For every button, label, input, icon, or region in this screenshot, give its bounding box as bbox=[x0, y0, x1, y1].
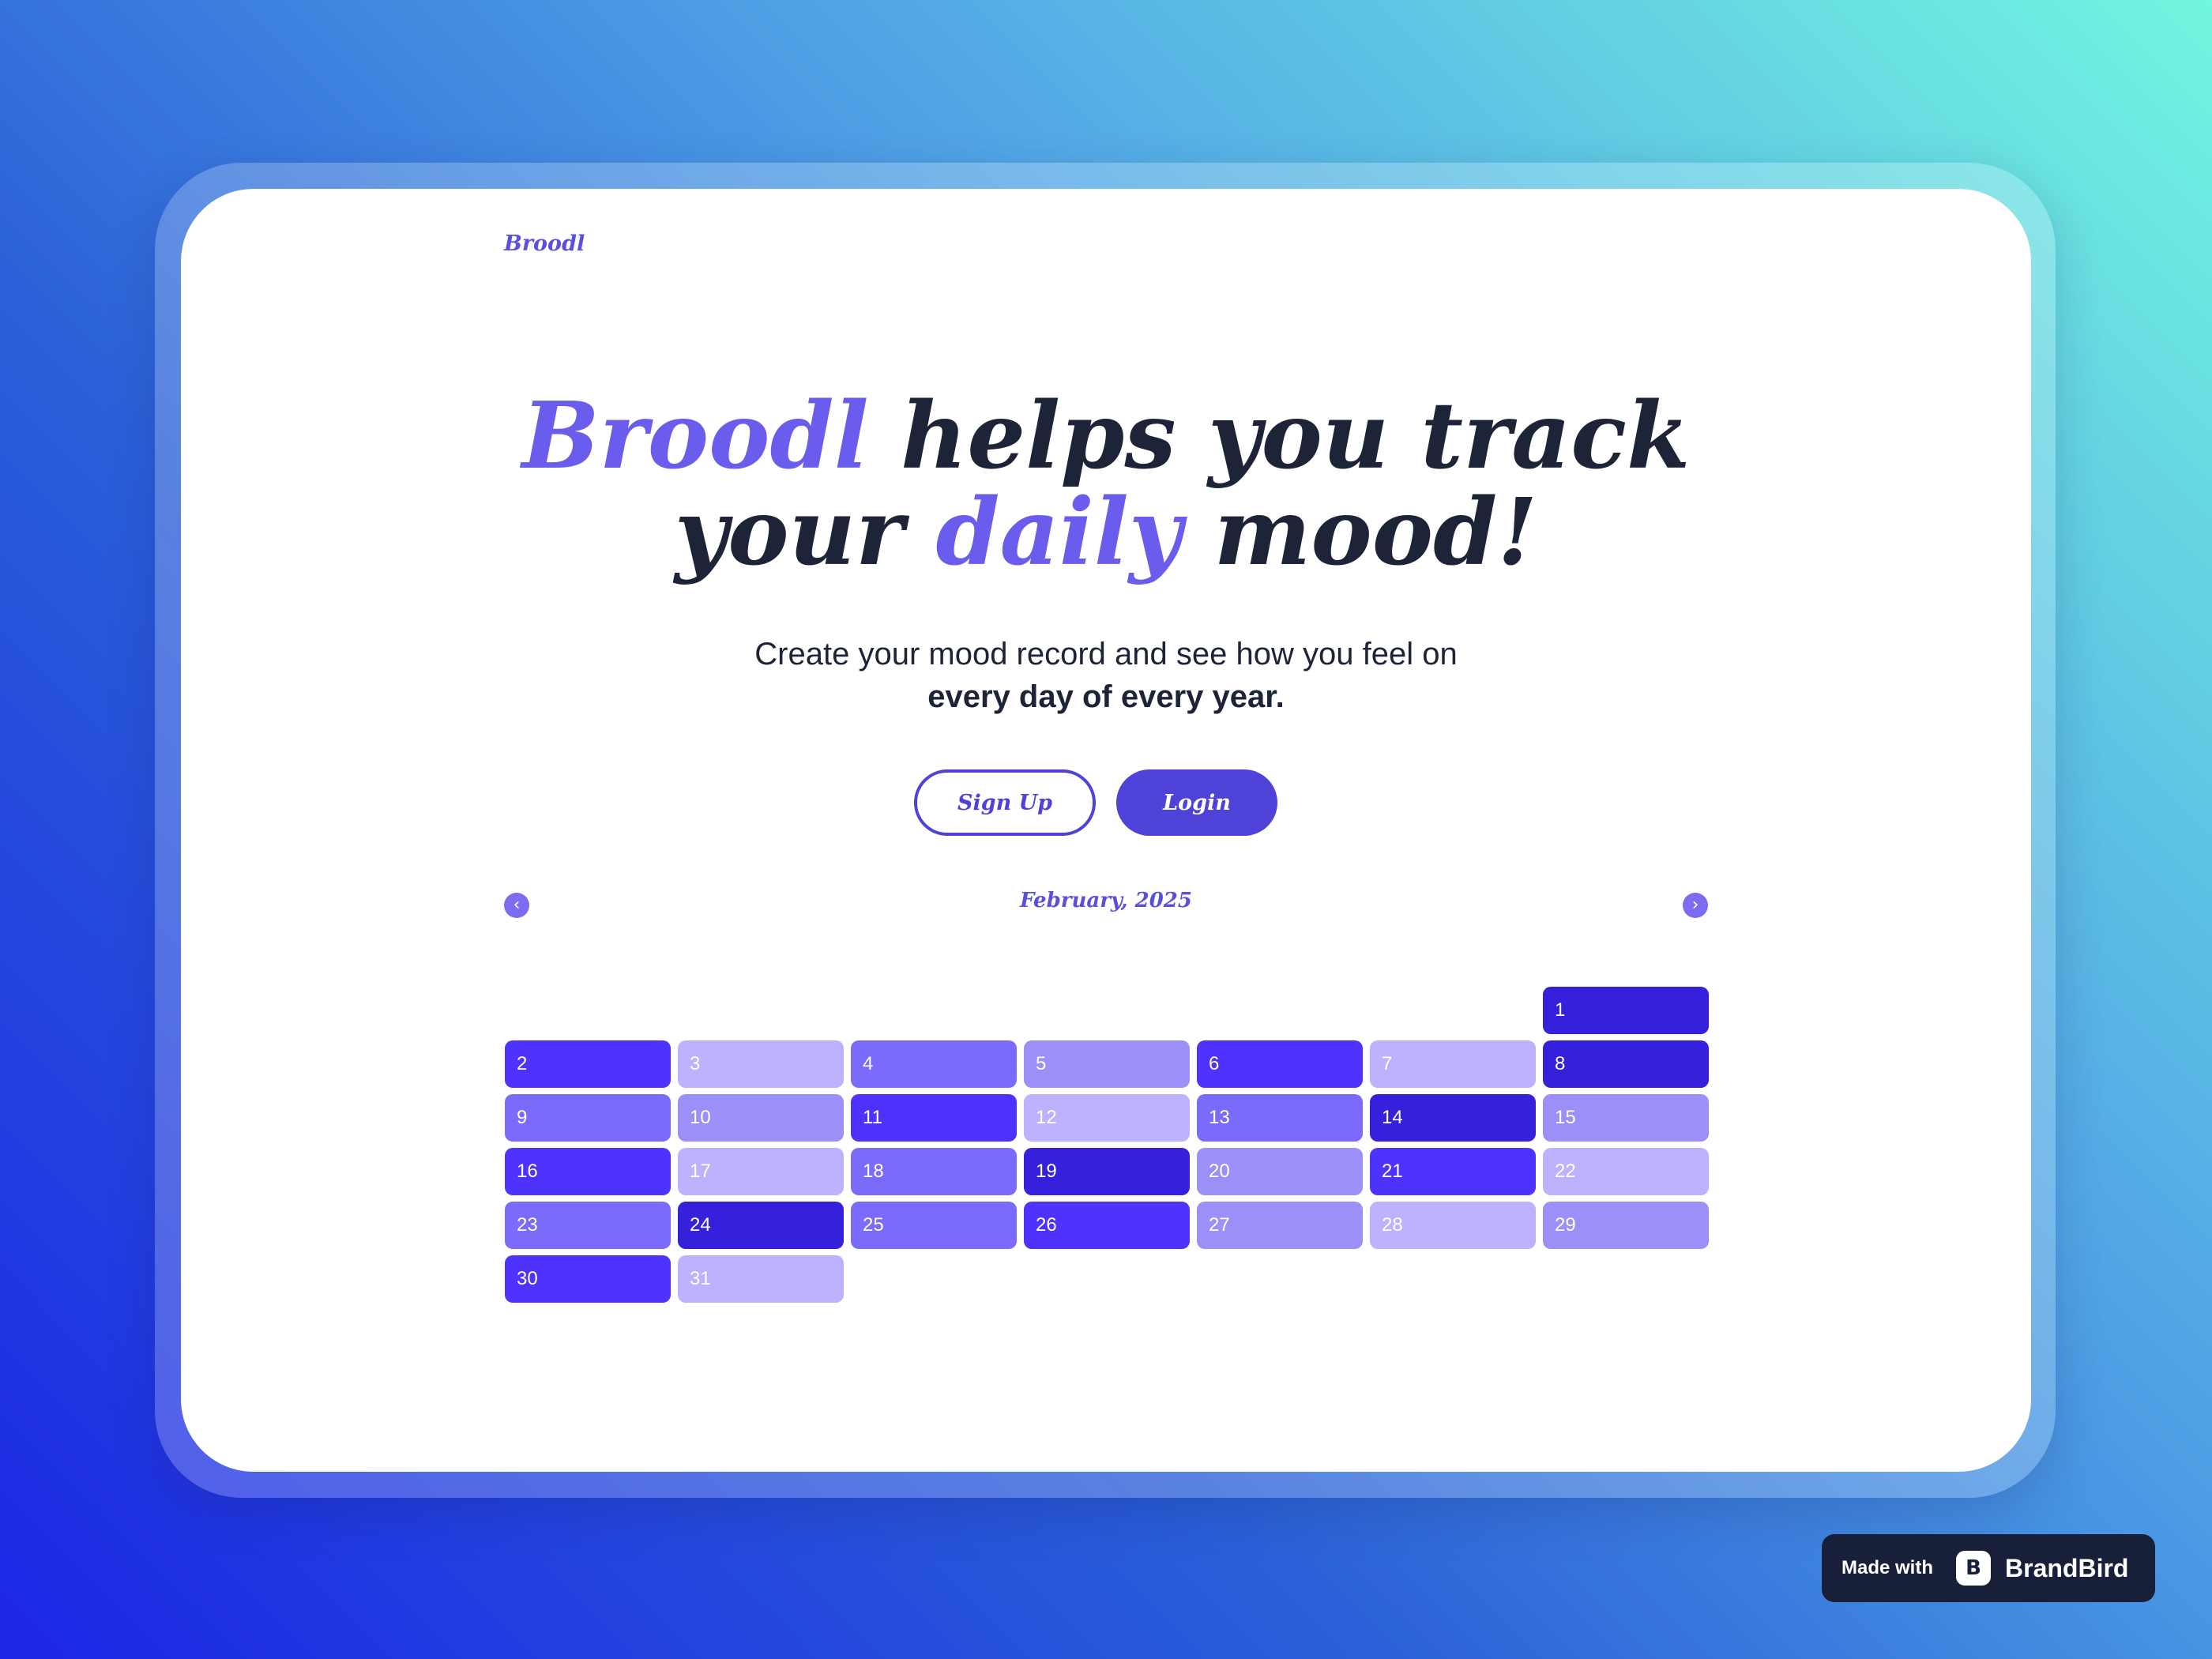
calendar-day[interactable]: 29 bbox=[1543, 1202, 1709, 1249]
calendar-day[interactable]: 19 bbox=[1024, 1148, 1190, 1195]
badge-made-with-text: Made with bbox=[1841, 1557, 1934, 1578]
calendar-day[interactable]: 30 bbox=[505, 1255, 671, 1303]
mood-calendar-grid: 1 2 3 4 5 6 7 8 9 10 11 12 13 14 15 16 17 18 19 20 21 22 23 24 2… bbox=[181, 189, 2031, 1472]
calendar-day[interactable]: 7 bbox=[1370, 1040, 1536, 1088]
calendar-day[interactable]: 17 bbox=[678, 1148, 844, 1195]
calendar-day[interactable]: 6 bbox=[1197, 1040, 1363, 1088]
calendar-day[interactable]: 27 bbox=[1197, 1202, 1363, 1249]
calendar-day[interactable]: 11 bbox=[851, 1094, 1017, 1142]
calendar-day[interactable]: 15 bbox=[1543, 1094, 1709, 1142]
landing-card: Broodl Broodl helps you track your daily… bbox=[181, 189, 2031, 1472]
calendar-day[interactable]: 25 bbox=[851, 1202, 1017, 1249]
calendar-day[interactable]: 12 bbox=[1024, 1094, 1190, 1142]
calendar-day[interactable]: 2 bbox=[505, 1040, 671, 1088]
calendar-day[interactable]: 9 bbox=[505, 1094, 671, 1142]
calendar-day[interactable]: 26 bbox=[1024, 1202, 1190, 1249]
badge-brand-name: BrandBird bbox=[2005, 1553, 2129, 1582]
calendar-day[interactable]: 21 bbox=[1370, 1148, 1536, 1195]
calendar-day[interactable]: 18 bbox=[851, 1148, 1017, 1195]
calendar-day[interactable]: 16 bbox=[505, 1148, 671, 1195]
calendar-day[interactable]: 8 bbox=[1543, 1040, 1709, 1088]
calendar-day[interactable]: 31 bbox=[678, 1255, 844, 1303]
calendar-day[interactable]: 23 bbox=[505, 1202, 671, 1249]
calendar-day[interactable]: 20 bbox=[1197, 1148, 1363, 1195]
calendar-day[interactable]: 14 bbox=[1370, 1094, 1536, 1142]
calendar-day[interactable]: 4 bbox=[851, 1040, 1017, 1088]
calendar-day[interactable]: 10 bbox=[678, 1094, 844, 1142]
calendar-day[interactable]: 22 bbox=[1543, 1148, 1709, 1195]
made-with-badge[interactable]: Made with B BrandBird bbox=[1822, 1534, 2155, 1602]
calendar-day[interactable]: 5 bbox=[1024, 1040, 1190, 1088]
brandbird-logo-icon: B bbox=[1956, 1551, 1991, 1586]
calendar-day[interactable]: 28 bbox=[1370, 1202, 1536, 1249]
calendar-day[interactable]: 13 bbox=[1197, 1094, 1363, 1142]
calendar-day[interactable]: 3 bbox=[678, 1040, 844, 1088]
calendar-day[interactable]: 1 bbox=[1543, 987, 1709, 1034]
calendar-day[interactable]: 24 bbox=[678, 1202, 844, 1249]
